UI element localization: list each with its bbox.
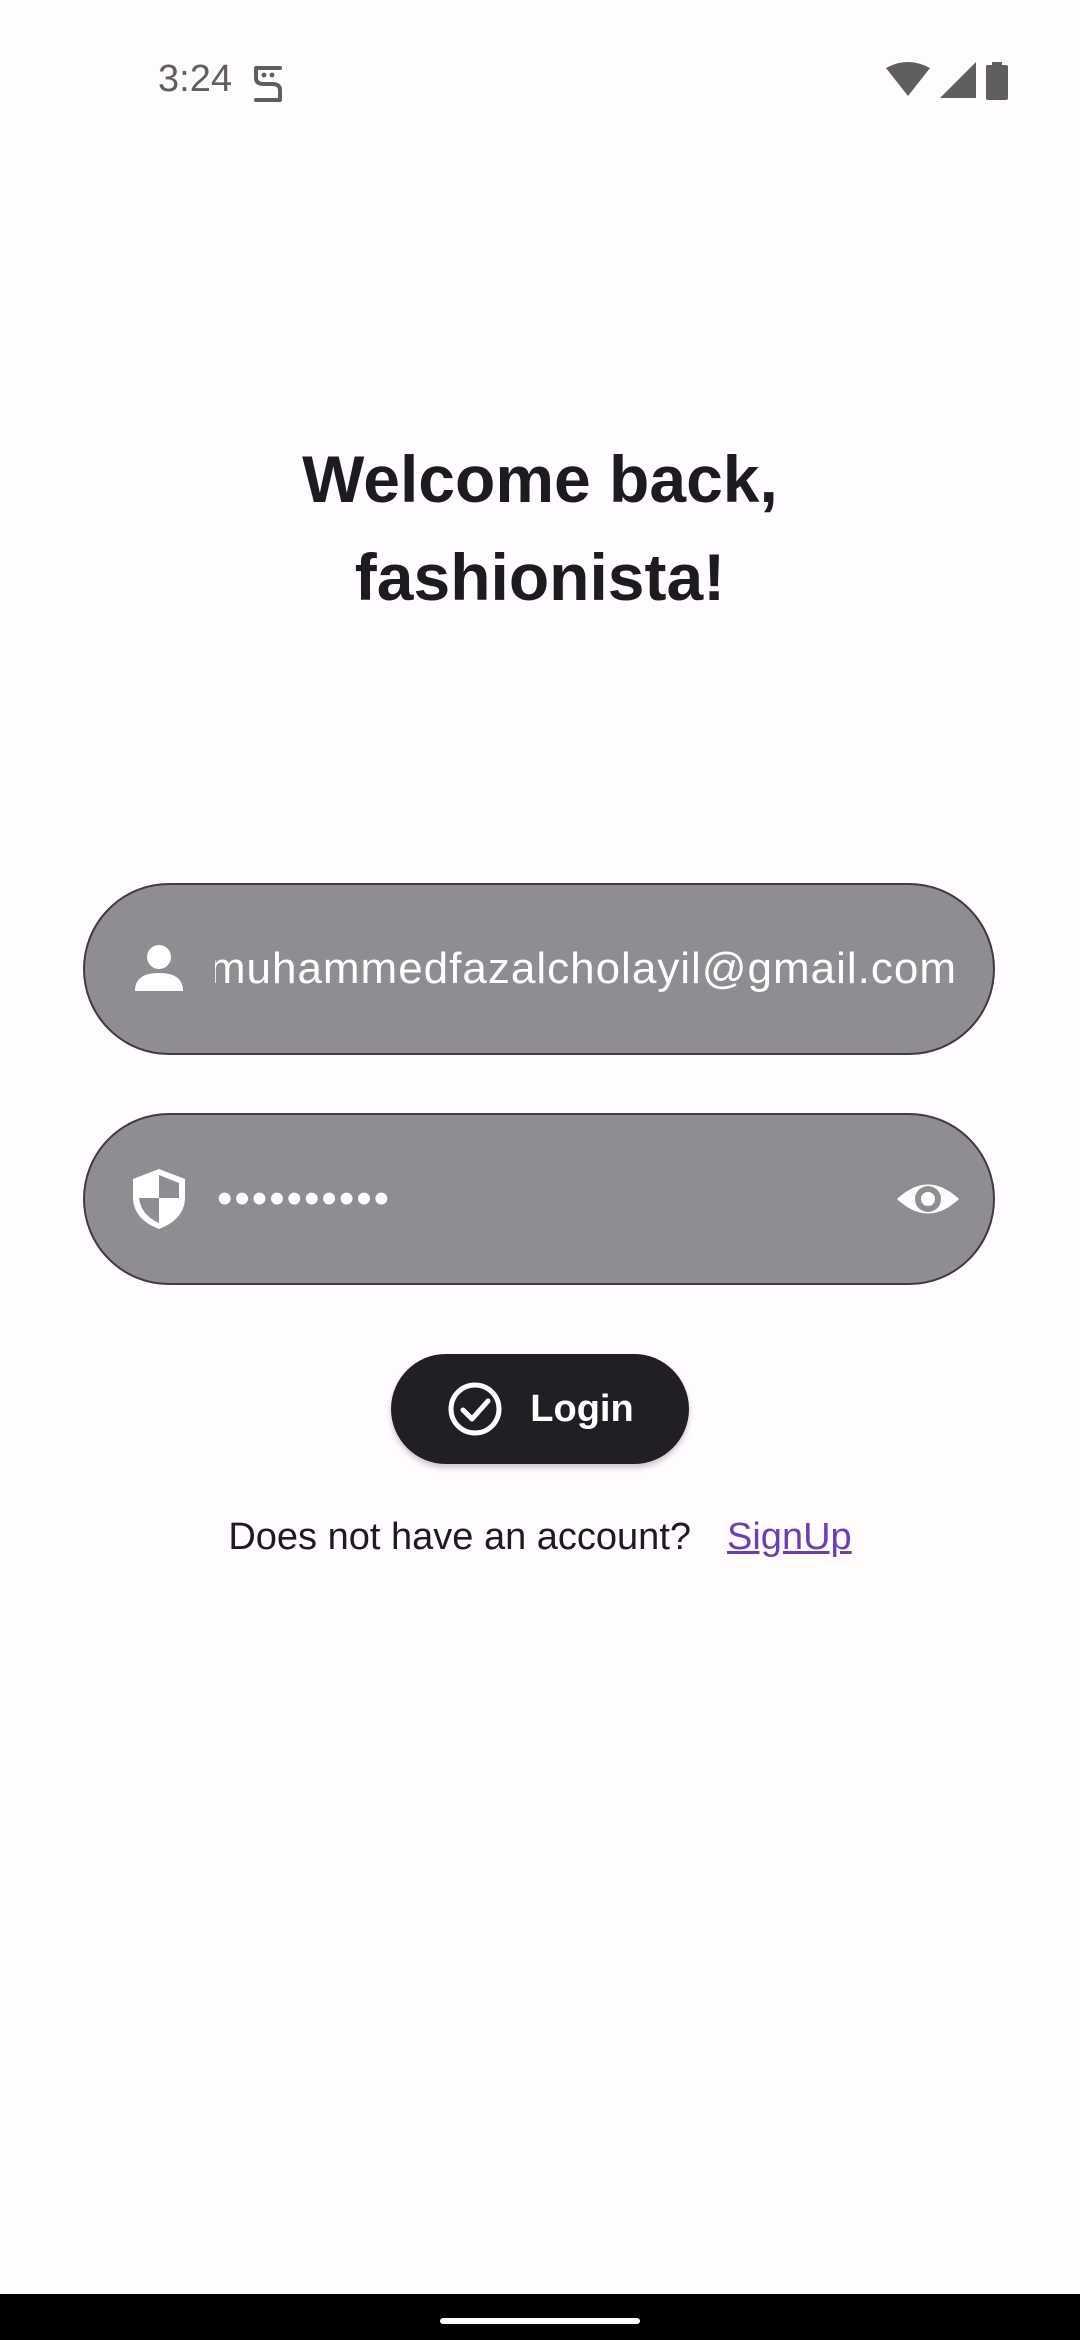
person-icon [125,935,193,1003]
password-field[interactable]: •••••••••• [83,1113,995,1285]
status-time: 3:24 [158,58,232,100]
login-button[interactable]: Login [391,1354,689,1464]
status-icons [886,62,1008,100]
login-label: Login [530,1387,634,1430]
status-bar: 3:24 [0,0,1080,140]
title-line-1: Welcome back, [302,442,778,516]
page-title: Welcome back, fashionista! [0,430,1080,626]
eye-icon[interactable] [893,1164,963,1234]
notification-glyph-icon [250,64,286,104]
email-value[interactable]: muhammedfazalcholayil@gmail.com [215,885,957,1053]
password-value[interactable]: •••••••••• [217,1115,833,1283]
signup-prompt: Does not have an account? [228,1516,692,1558]
title-line-2: fashionista! [354,540,726,614]
battery-icon [986,62,1008,100]
cell-signal-icon [940,62,976,98]
email-field[interactable]: muhammedfazalcholayil@gmail.com [83,883,995,1055]
check-circle-icon [446,1380,504,1438]
signup-link[interactable]: SignUp [727,1516,852,1559]
home-gesture-handle[interactable] [440,2318,640,2324]
signup-row: Does not have an account? SignUp [0,1516,1080,1559]
wifi-icon [886,62,930,96]
shield-icon [125,1165,193,1233]
navigation-bar [0,2294,1080,2340]
